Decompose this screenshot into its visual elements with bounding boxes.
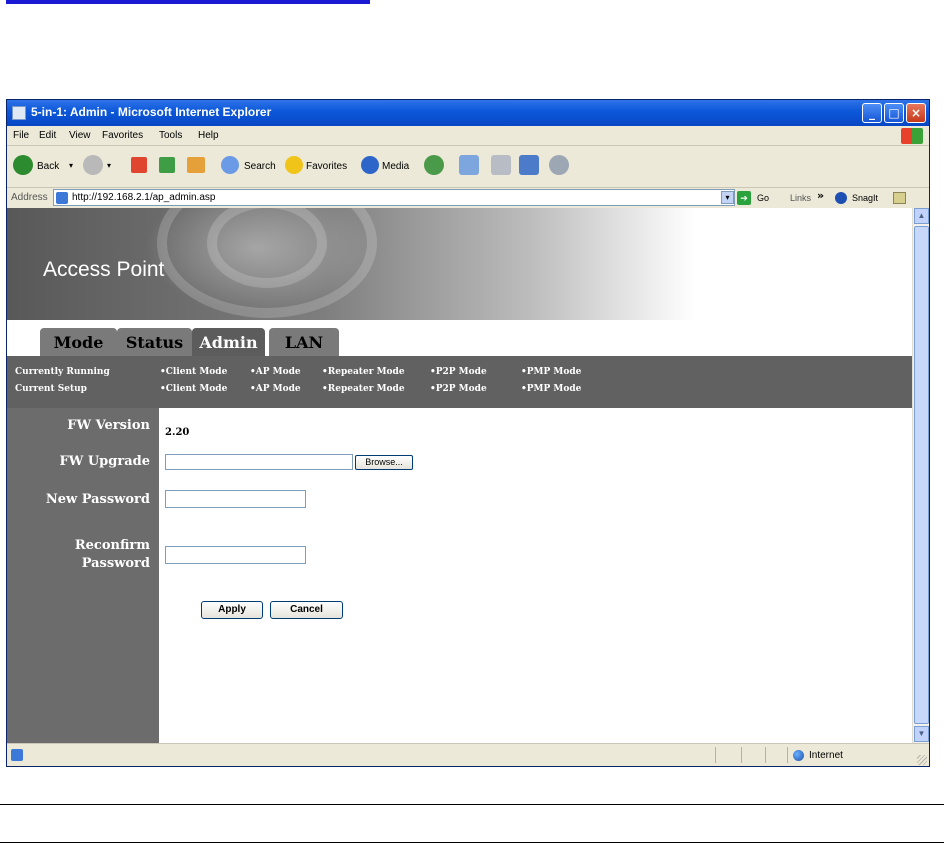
history-icon[interactable] xyxy=(424,155,444,175)
scroll-up-arrow-icon[interactable]: ▲ xyxy=(914,208,929,224)
security-zone-label: Internet xyxy=(809,750,843,761)
vertical-scrollbar[interactable]: ▲ ▼ xyxy=(912,208,929,743)
stop-icon[interactable] xyxy=(131,157,147,173)
document-rule-top xyxy=(0,804,944,805)
media-icon[interactable] xyxy=(361,156,379,174)
menu-tools[interactable]: Tools xyxy=(159,130,182,141)
address-bar: Address http://192.168.2.1/ap_admin.asp … xyxy=(7,188,929,208)
currently-running-label: Currently Running xyxy=(15,367,110,377)
running-mode-repeater: •Repeater Mode xyxy=(322,367,405,377)
forward-dropdown-icon[interactable]: ▾ xyxy=(107,161,111,170)
status-bar: Internet xyxy=(7,743,929,766)
mode-status-bar: Currently Running Current Setup •Client … xyxy=(7,356,912,408)
page-done-icon xyxy=(11,749,23,761)
window-title: 5-in-1: Admin - Microsoft Internet Explo… xyxy=(31,105,272,119)
internet-zone-globe-icon xyxy=(793,750,804,761)
forward-arrow-icon[interactable] xyxy=(83,155,103,175)
snagit-button[interactable]: SnagIt xyxy=(852,193,878,203)
page-icon xyxy=(56,192,68,204)
go-button[interactable]: Go xyxy=(757,193,769,203)
menu-edit[interactable]: Edit xyxy=(39,130,56,141)
menu-help[interactable]: Help xyxy=(198,130,219,141)
fw-version-value: 2.20 xyxy=(165,427,190,438)
links-label[interactable]: Links xyxy=(790,193,811,203)
ie-page-icon xyxy=(12,106,26,120)
setup-mode-pmp: •PMP Mode xyxy=(521,384,582,394)
status-divider xyxy=(765,747,766,763)
fw-version-label: FW Version xyxy=(67,418,150,433)
title-bar: 5-in-1: Admin - Microsoft Internet Explo… xyxy=(7,100,929,126)
menu-view[interactable]: View xyxy=(69,130,91,141)
back-dropdown-icon[interactable]: ▾ xyxy=(69,161,73,170)
running-mode-client: •Client Mode xyxy=(160,367,228,377)
print-icon[interactable] xyxy=(491,155,511,175)
windows-logo-icon xyxy=(901,128,923,144)
banner-title: Access Point xyxy=(43,258,165,281)
running-mode-p2p: •P2P Mode xyxy=(430,367,487,377)
favorites-star-icon[interactable] xyxy=(285,156,303,174)
banner: Access Point xyxy=(7,208,912,320)
scrollbar-thumb[interactable] xyxy=(914,226,929,724)
scroll-down-arrow-icon[interactable]: ▼ xyxy=(914,726,929,742)
menu-favorites[interactable]: Favorites xyxy=(102,130,143,141)
mail-icon[interactable] xyxy=(459,155,479,175)
address-label: Address xyxy=(11,192,48,203)
maximize-button[interactable]: □ xyxy=(884,103,904,123)
tab-lan[interactable]: LAN xyxy=(269,328,339,356)
new-password-input[interactable] xyxy=(165,490,306,508)
tab-status[interactable]: Status xyxy=(117,328,192,356)
apply-button[interactable]: Apply xyxy=(201,601,263,619)
toolbar-extra-icon[interactable] xyxy=(893,192,906,204)
back-arrow-icon[interactable] xyxy=(13,155,33,175)
menu-file[interactable]: File xyxy=(13,130,29,141)
fw-upgrade-file-input[interactable] xyxy=(165,454,353,470)
status-divider xyxy=(715,747,716,763)
resize-grip[interactable] xyxy=(917,755,927,765)
fw-upgrade-label: FW Upgrade xyxy=(59,454,150,469)
running-mode-ap: •AP Mode xyxy=(250,367,301,377)
menu-bar: File Edit View Favorites Tools Help xyxy=(7,126,929,146)
address-input[interactable]: http://192.168.2.1/ap_admin.asp xyxy=(53,189,735,206)
status-divider xyxy=(741,747,742,763)
tab-admin[interactable]: Admin xyxy=(192,328,265,356)
reconfirm-label-line2: Password xyxy=(81,556,150,571)
search-button-label[interactable]: Search xyxy=(244,161,276,172)
setup-mode-p2p: •P2P Mode xyxy=(430,384,487,394)
close-button[interactable]: × xyxy=(906,103,926,123)
document-rule-bottom xyxy=(0,842,944,843)
setup-mode-ap: •AP Mode xyxy=(250,384,301,394)
search-icon[interactable] xyxy=(221,156,239,174)
browse-button[interactable]: Browse... xyxy=(355,455,413,470)
status-divider xyxy=(787,747,788,763)
address-dropdown-icon[interactable]: ▾ xyxy=(721,191,734,204)
browser-window: 5-in-1: Admin - Microsoft Internet Explo… xyxy=(6,99,930,767)
media-button-label[interactable]: Media xyxy=(382,161,409,172)
refresh-icon[interactable] xyxy=(159,157,175,173)
edit-icon[interactable] xyxy=(519,155,539,175)
snagit-icon[interactable] xyxy=(835,192,847,204)
reconfirm-password-input[interactable] xyxy=(165,546,306,564)
tab-mode[interactable]: Mode xyxy=(40,328,117,356)
messenger-icon[interactable] xyxy=(549,155,569,175)
minimize-button[interactable]: _ xyxy=(862,103,882,123)
setup-mode-repeater: •Repeater Mode xyxy=(322,384,405,394)
new-password-label: New Password xyxy=(45,492,150,507)
home-icon[interactable] xyxy=(187,157,205,173)
running-mode-pmp: •PMP Mode xyxy=(521,367,582,377)
go-arrow-icon[interactable]: ➔ xyxy=(737,191,751,205)
back-button-label[interactable]: Back xyxy=(37,161,59,172)
current-setup-label: Current Setup xyxy=(15,384,87,394)
reconfirm-label-line1: Reconfirm xyxy=(74,538,150,553)
cancel-button[interactable]: Cancel xyxy=(270,601,343,619)
favorites-button-label[interactable]: Favorites xyxy=(306,161,347,172)
toolbar: Back ▾ ▾ Search Favorites Media xyxy=(7,146,929,188)
links-chevron-icon[interactable]: » xyxy=(817,189,824,202)
page-viewport: Access Point Mode Status Admin LAN Curre… xyxy=(7,208,912,743)
setup-mode-client: •Client Mode xyxy=(160,384,228,394)
tab-row: Mode Status Admin LAN xyxy=(7,320,912,356)
document-link-underline xyxy=(6,0,370,4)
